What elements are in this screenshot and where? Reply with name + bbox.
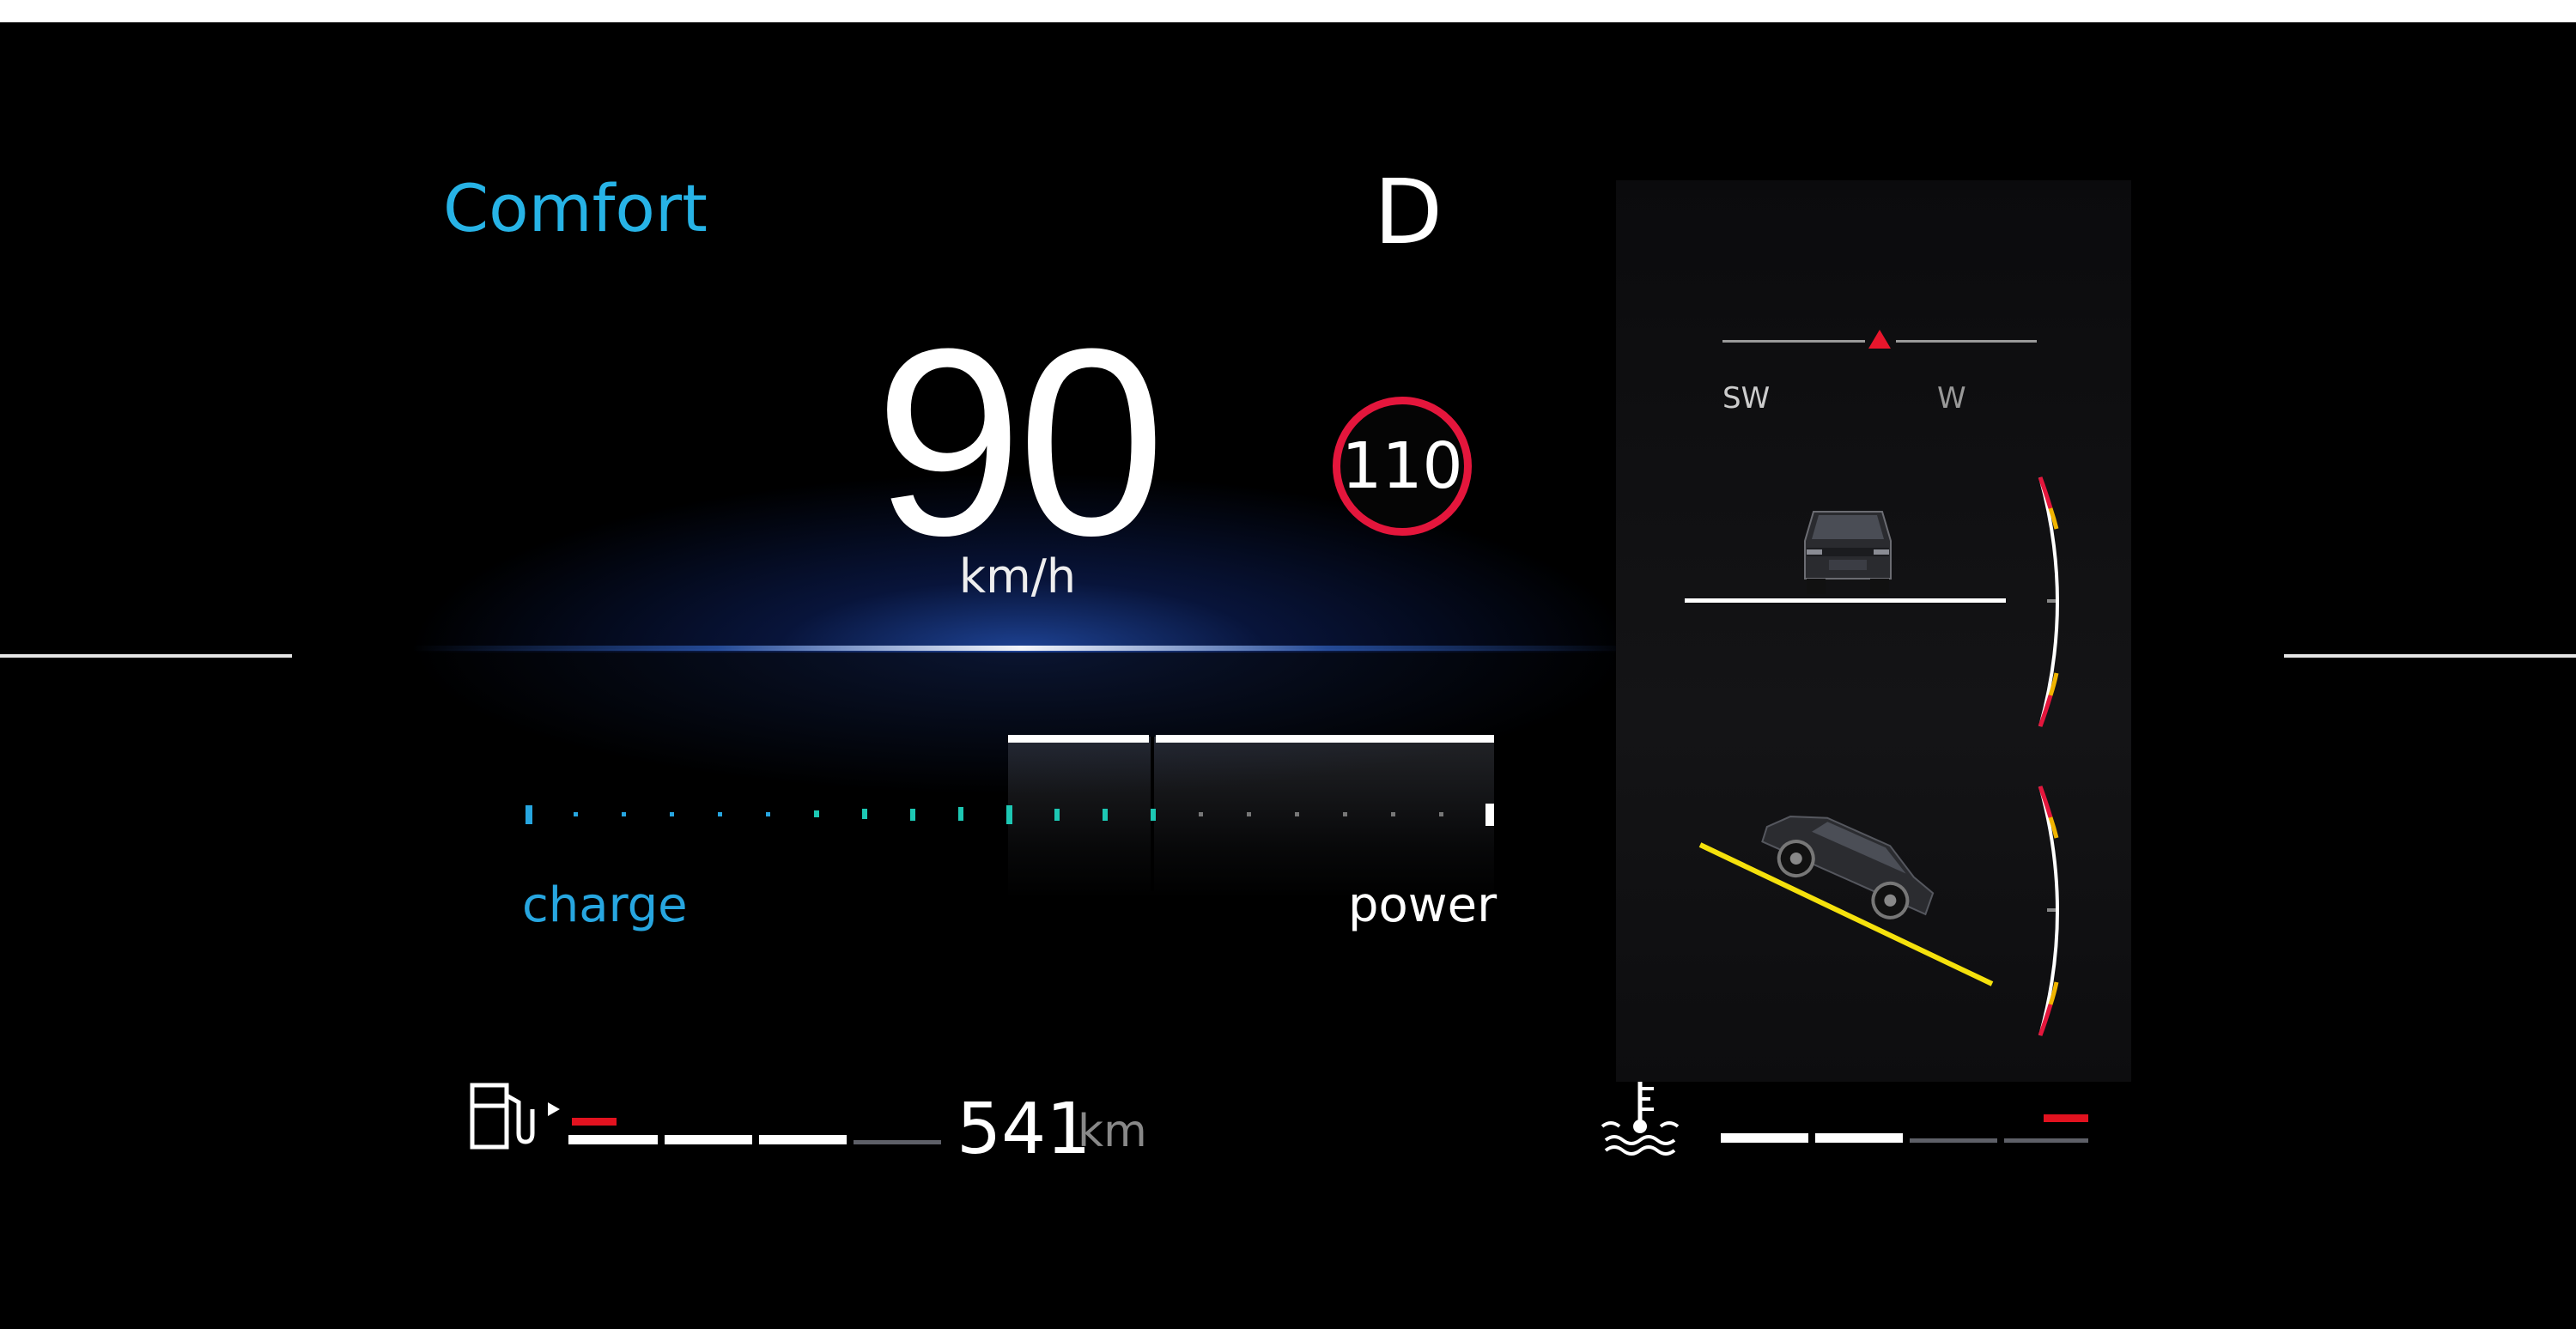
speed-value: 90: [874, 293, 1166, 591]
compass-direction-sw: SW: [1722, 381, 1771, 416]
coolant-level-segment-1: [1721, 1133, 1808, 1143]
roll-angle-arc: [2038, 476, 2059, 727]
speed-limit-sign: 110: [1333, 397, 1472, 536]
power-bar-segment-2: [1156, 735, 1494, 743]
power-bar-segment-1: [1008, 735, 1149, 743]
pitch-angle-arc: [2038, 786, 2059, 1036]
gear-indicator: D: [1374, 160, 1443, 264]
coolant-level-segment-2: [1815, 1133, 1903, 1143]
car-side-view-icon: [1761, 816, 1935, 919]
speed-limit-value: 110: [1341, 429, 1463, 503]
car-rear-view-icon: [1804, 511, 1892, 594]
compass-direction-w: W: [1937, 381, 1966, 416]
compass-line-right: [1896, 340, 2037, 343]
drive-mode-label[interactable]: Comfort: [443, 170, 708, 246]
right-horizon-line: [2284, 654, 2576, 658]
compass-heading-marker: [1868, 330, 1891, 349]
coolant-high-marker: [2044, 1114, 2088, 1122]
coolant-level-segment-4: [2004, 1138, 2088, 1143]
fuel-level-segment-4: [854, 1140, 941, 1144]
coolant-level-segment-3: [1910, 1138, 1997, 1143]
compass-line-left: [1722, 340, 1865, 343]
left-horizon-line: [0, 654, 292, 658]
top-border-strip: [0, 0, 2576, 22]
fuel-level-segment-3: [759, 1135, 847, 1144]
fuel-range-unit: km: [1078, 1106, 1147, 1157]
fuel-level-segment-2: [665, 1135, 752, 1144]
fuel-low-marker: [572, 1118, 617, 1126]
fuel-pump-icon: [470, 1083, 560, 1150]
roll-ground-line: [1685, 598, 2006, 603]
coolant-temperature-icon: [1601, 1082, 1680, 1156]
charge-label: charge: [522, 877, 688, 933]
speed-unit: km/h: [958, 549, 1077, 604]
power-label: power: [1348, 877, 1498, 933]
glow-horizon-line: [412, 646, 1631, 651]
fuel-range-value: 541: [957, 1089, 1091, 1170]
power-gauge-ticks: [526, 804, 1494, 826]
fuel-level-segment-1: [568, 1135, 658, 1144]
